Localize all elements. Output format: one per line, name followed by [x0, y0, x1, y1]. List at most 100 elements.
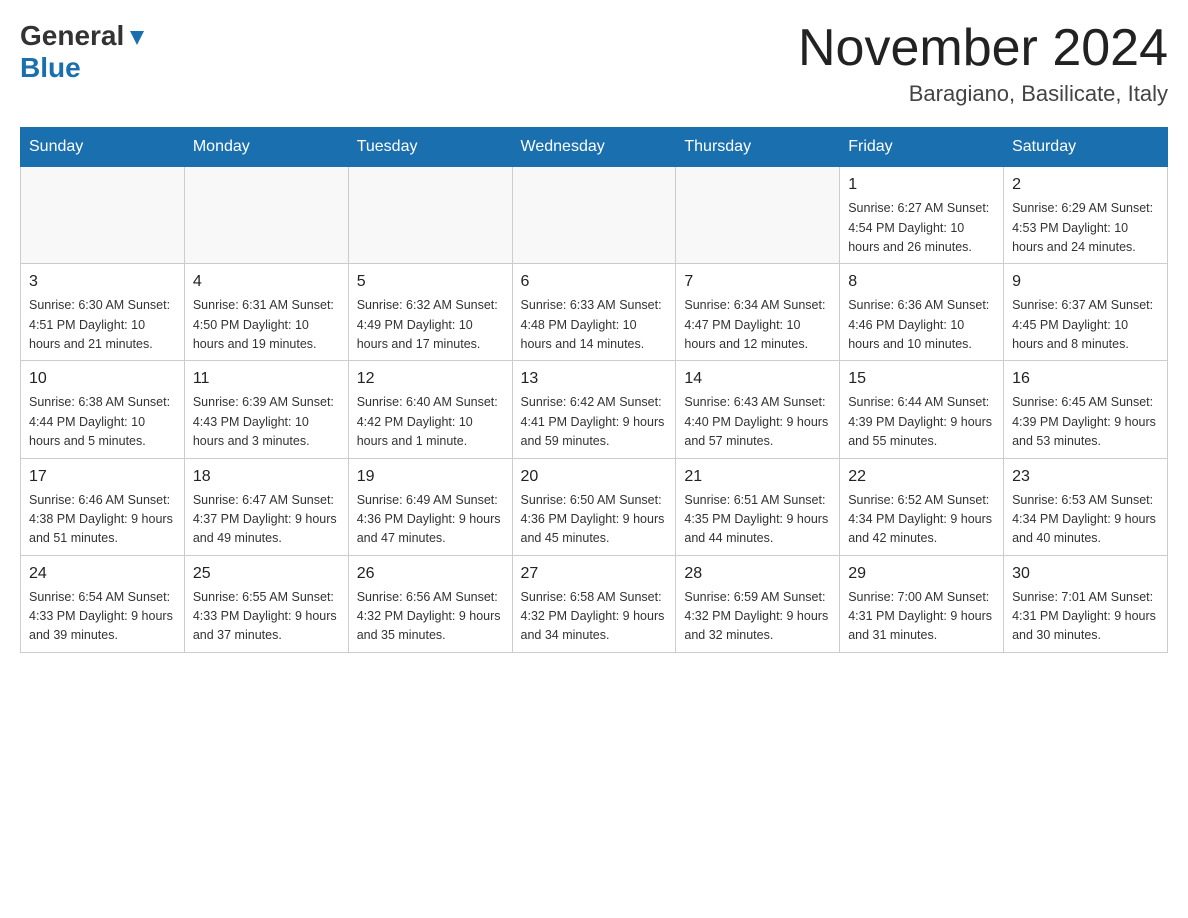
calendar-cell: 13Sunrise: 6:42 AM Sunset: 4:41 PM Dayli… [512, 361, 676, 458]
day-number: 3 [29, 270, 176, 294]
day-number: 9 [1012, 270, 1159, 294]
day-info: Sunrise: 6:58 AM Sunset: 4:32 PM Dayligh… [521, 588, 668, 646]
day-number: 30 [1012, 562, 1159, 586]
day-number: 6 [521, 270, 668, 294]
calendar-table: SundayMondayTuesdayWednesdayThursdayFrid… [20, 127, 1168, 653]
calendar-week-row: 3Sunrise: 6:30 AM Sunset: 4:51 PM Daylig… [21, 264, 1168, 361]
calendar-cell [184, 167, 348, 264]
day-info: Sunrise: 6:52 AM Sunset: 4:34 PM Dayligh… [848, 491, 995, 549]
calendar-cell: 7Sunrise: 6:34 AM Sunset: 4:47 PM Daylig… [676, 264, 840, 361]
day-number: 7 [684, 270, 831, 294]
weekday-header-monday: Monday [184, 128, 348, 167]
weekday-header-thursday: Thursday [676, 128, 840, 167]
day-info: Sunrise: 6:32 AM Sunset: 4:49 PM Dayligh… [357, 296, 504, 354]
day-info: Sunrise: 6:37 AM Sunset: 4:45 PM Dayligh… [1012, 296, 1159, 354]
day-info: Sunrise: 6:38 AM Sunset: 4:44 PM Dayligh… [29, 393, 176, 451]
day-number: 20 [521, 465, 668, 489]
day-number: 19 [357, 465, 504, 489]
day-info: Sunrise: 6:59 AM Sunset: 4:32 PM Dayligh… [684, 588, 831, 646]
location-title: Baragiano, Basilicate, Italy [798, 81, 1168, 107]
day-info: Sunrise: 7:00 AM Sunset: 4:31 PM Dayligh… [848, 588, 995, 646]
calendar-week-row: 10Sunrise: 6:38 AM Sunset: 4:44 PM Dayli… [21, 361, 1168, 458]
day-info: Sunrise: 6:30 AM Sunset: 4:51 PM Dayligh… [29, 296, 176, 354]
day-number: 10 [29, 367, 176, 391]
calendar-cell [676, 167, 840, 264]
day-info: Sunrise: 6:56 AM Sunset: 4:32 PM Dayligh… [357, 588, 504, 646]
calendar-cell: 29Sunrise: 7:00 AM Sunset: 4:31 PM Dayli… [840, 555, 1004, 652]
calendar-cell: 6Sunrise: 6:33 AM Sunset: 4:48 PM Daylig… [512, 264, 676, 361]
day-info: Sunrise: 6:50 AM Sunset: 4:36 PM Dayligh… [521, 491, 668, 549]
calendar-cell [512, 167, 676, 264]
calendar-cell: 21Sunrise: 6:51 AM Sunset: 4:35 PM Dayli… [676, 458, 840, 555]
day-info: Sunrise: 6:39 AM Sunset: 4:43 PM Dayligh… [193, 393, 340, 451]
day-number: 14 [684, 367, 831, 391]
page-header: General Blue November 2024 Baragiano, Ba… [20, 20, 1168, 107]
day-number: 12 [357, 367, 504, 391]
weekday-header-saturday: Saturday [1004, 128, 1168, 167]
day-number: 26 [357, 562, 504, 586]
calendar-cell: 19Sunrise: 6:49 AM Sunset: 4:36 PM Dayli… [348, 458, 512, 555]
day-info: Sunrise: 6:31 AM Sunset: 4:50 PM Dayligh… [193, 296, 340, 354]
day-info: Sunrise: 6:45 AM Sunset: 4:39 PM Dayligh… [1012, 393, 1159, 451]
day-info: Sunrise: 6:46 AM Sunset: 4:38 PM Dayligh… [29, 491, 176, 549]
logo-blue: Blue [20, 52, 81, 83]
calendar-cell: 22Sunrise: 6:52 AM Sunset: 4:34 PM Dayli… [840, 458, 1004, 555]
calendar-cell: 30Sunrise: 7:01 AM Sunset: 4:31 PM Dayli… [1004, 555, 1168, 652]
day-info: Sunrise: 6:47 AM Sunset: 4:37 PM Dayligh… [193, 491, 340, 549]
weekday-header-tuesday: Tuesday [348, 128, 512, 167]
day-info: Sunrise: 6:44 AM Sunset: 4:39 PM Dayligh… [848, 393, 995, 451]
day-number: 13 [521, 367, 668, 391]
calendar-cell: 18Sunrise: 6:47 AM Sunset: 4:37 PM Dayli… [184, 458, 348, 555]
day-number: 8 [848, 270, 995, 294]
title-area: November 2024 Baragiano, Basilicate, Ita… [798, 20, 1168, 107]
day-number: 22 [848, 465, 995, 489]
day-info: Sunrise: 6:33 AM Sunset: 4:48 PM Dayligh… [521, 296, 668, 354]
day-number: 24 [29, 562, 176, 586]
calendar-cell: 28Sunrise: 6:59 AM Sunset: 4:32 PM Dayli… [676, 555, 840, 652]
calendar-week-row: 1Sunrise: 6:27 AM Sunset: 4:54 PM Daylig… [21, 167, 1168, 264]
calendar-cell: 8Sunrise: 6:36 AM Sunset: 4:46 PM Daylig… [840, 264, 1004, 361]
month-title: November 2024 [798, 20, 1168, 77]
calendar-cell: 5Sunrise: 6:32 AM Sunset: 4:49 PM Daylig… [348, 264, 512, 361]
logo-triangle-icon [126, 27, 148, 49]
calendar-cell: 27Sunrise: 6:58 AM Sunset: 4:32 PM Dayli… [512, 555, 676, 652]
day-number: 18 [193, 465, 340, 489]
day-info: Sunrise: 6:42 AM Sunset: 4:41 PM Dayligh… [521, 393, 668, 451]
day-number: 17 [29, 465, 176, 489]
calendar-cell [21, 167, 185, 264]
day-info: Sunrise: 7:01 AM Sunset: 4:31 PM Dayligh… [1012, 588, 1159, 646]
day-info: Sunrise: 6:27 AM Sunset: 4:54 PM Dayligh… [848, 199, 995, 257]
day-info: Sunrise: 6:54 AM Sunset: 4:33 PM Dayligh… [29, 588, 176, 646]
day-info: Sunrise: 6:34 AM Sunset: 4:47 PM Dayligh… [684, 296, 831, 354]
calendar-cell: 11Sunrise: 6:39 AM Sunset: 4:43 PM Dayli… [184, 361, 348, 458]
day-info: Sunrise: 6:29 AM Sunset: 4:53 PM Dayligh… [1012, 199, 1159, 257]
calendar-cell: 20Sunrise: 6:50 AM Sunset: 4:36 PM Dayli… [512, 458, 676, 555]
calendar-cell: 14Sunrise: 6:43 AM Sunset: 4:40 PM Dayli… [676, 361, 840, 458]
day-number: 2 [1012, 173, 1159, 197]
day-number: 27 [521, 562, 668, 586]
day-info: Sunrise: 6:40 AM Sunset: 4:42 PM Dayligh… [357, 393, 504, 451]
day-number: 28 [684, 562, 831, 586]
calendar-week-row: 17Sunrise: 6:46 AM Sunset: 4:38 PM Dayli… [21, 458, 1168, 555]
calendar-cell: 9Sunrise: 6:37 AM Sunset: 4:45 PM Daylig… [1004, 264, 1168, 361]
calendar-cell: 3Sunrise: 6:30 AM Sunset: 4:51 PM Daylig… [21, 264, 185, 361]
day-info: Sunrise: 6:49 AM Sunset: 4:36 PM Dayligh… [357, 491, 504, 549]
calendar-cell: 2Sunrise: 6:29 AM Sunset: 4:53 PM Daylig… [1004, 167, 1168, 264]
day-info: Sunrise: 6:55 AM Sunset: 4:33 PM Dayligh… [193, 588, 340, 646]
day-number: 1 [848, 173, 995, 197]
day-number: 16 [1012, 367, 1159, 391]
calendar-cell [348, 167, 512, 264]
calendar-week-row: 24Sunrise: 6:54 AM Sunset: 4:33 PM Dayli… [21, 555, 1168, 652]
logo-general: General [20, 20, 124, 52]
calendar-cell: 17Sunrise: 6:46 AM Sunset: 4:38 PM Dayli… [21, 458, 185, 555]
calendar-cell: 4Sunrise: 6:31 AM Sunset: 4:50 PM Daylig… [184, 264, 348, 361]
day-info: Sunrise: 6:43 AM Sunset: 4:40 PM Dayligh… [684, 393, 831, 451]
day-number: 4 [193, 270, 340, 294]
weekday-header-row: SundayMondayTuesdayWednesdayThursdayFrid… [21, 128, 1168, 167]
weekday-header-friday: Friday [840, 128, 1004, 167]
weekday-header-wednesday: Wednesday [512, 128, 676, 167]
day-number: 11 [193, 367, 340, 391]
weekday-header-sunday: Sunday [21, 128, 185, 167]
calendar-cell: 23Sunrise: 6:53 AM Sunset: 4:34 PM Dayli… [1004, 458, 1168, 555]
logo: General Blue [20, 20, 148, 84]
